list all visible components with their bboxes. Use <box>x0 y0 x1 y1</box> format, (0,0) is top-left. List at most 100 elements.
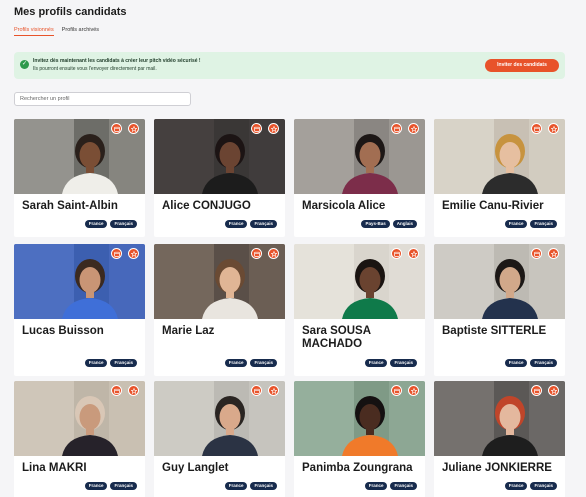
candidate-card[interactable]: Juliane JONKIERRE France Français <box>434 381 565 497</box>
candidate-video-thumbnail[interactable] <box>154 244 285 319</box>
candidate-video-thumbnail[interactable] <box>154 119 285 194</box>
country-badge: France <box>364 482 388 490</box>
page-title: Mes profils candidats <box>14 6 127 18</box>
calendar-icon[interactable] <box>531 385 542 396</box>
candidate-photo <box>14 244 145 319</box>
star-icon[interactable] <box>128 123 139 134</box>
country-badge: France <box>84 482 108 490</box>
calendar-icon[interactable] <box>251 248 262 259</box>
star-icon[interactable] <box>268 123 279 134</box>
calendar-icon[interactable] <box>391 385 402 396</box>
candidate-photo <box>154 244 285 319</box>
candidate-photo <box>434 381 565 456</box>
calendar-icon[interactable] <box>251 123 262 134</box>
check-icon: ✓ <box>20 60 29 69</box>
candidate-card[interactable]: Marie Laz France Français <box>154 244 285 376</box>
tab-profils-archives[interactable]: Profils archivés <box>62 27 99 36</box>
candidate-photo <box>154 119 285 194</box>
invite-candidates-button[interactable]: Inviter des candidats <box>485 59 559 72</box>
language-badge: Français <box>530 359 557 367</box>
candidate-name: Marsicola Alice <box>302 200 386 212</box>
language-badge: Français <box>250 482 277 490</box>
calendar-icon[interactable] <box>111 123 122 134</box>
candidate-name: Lucas Buisson <box>22 325 104 337</box>
candidate-photo <box>434 119 565 194</box>
candidate-photo <box>434 244 565 319</box>
country-badge: Pays-Bas <box>361 220 390 228</box>
calendar-icon[interactable] <box>111 248 122 259</box>
star-icon[interactable] <box>128 385 139 396</box>
candidate-card[interactable]: Panimba Zoungrana France Français <box>294 381 425 497</box>
candidate-video-thumbnail[interactable] <box>14 244 145 319</box>
candidate-name: Marie Laz <box>162 325 215 337</box>
candidate-video-thumbnail[interactable] <box>434 381 565 456</box>
candidate-video-thumbnail[interactable] <box>154 381 285 456</box>
candidate-photo <box>14 119 145 194</box>
calendar-icon[interactable] <box>391 123 402 134</box>
star-icon[interactable] <box>268 385 279 396</box>
language-badge: Anglais <box>392 220 417 228</box>
candidate-video-thumbnail[interactable] <box>294 381 425 456</box>
country-badge: France <box>224 220 248 228</box>
star-icon[interactable] <box>268 248 279 259</box>
candidate-card[interactable]: Emilie Canu-Rivier France Français <box>434 119 565 237</box>
candidate-photo <box>294 119 425 194</box>
candidate-card[interactable]: Lina MAKRI France Français <box>14 381 145 497</box>
search-input[interactable] <box>14 92 191 106</box>
candidate-name: Juliane JONKIERRE <box>442 462 552 474</box>
candidate-card[interactable]: Lucas Buisson France Français <box>14 244 145 376</box>
language-badge: Français <box>530 220 557 228</box>
candidate-tags: France Français <box>364 359 417 367</box>
calendar-icon[interactable] <box>111 385 122 396</box>
calendar-icon[interactable] <box>531 248 542 259</box>
invite-banner: ✓ Invitez dès maintenant les candidats à… <box>14 52 565 79</box>
candidate-photo <box>154 381 285 456</box>
star-icon[interactable] <box>548 248 559 259</box>
candidate-name: Lina MAKRI <box>22 462 87 474</box>
country-badge: France <box>364 359 388 367</box>
star-icon[interactable] <box>548 123 559 134</box>
candidate-name: Baptiste SITTERLE <box>442 325 547 337</box>
country-badge: France <box>224 482 248 490</box>
candidate-tags: Pays-Bas Anglais <box>361 220 417 228</box>
calendar-icon[interactable] <box>531 123 542 134</box>
candidate-tags: France Français <box>504 359 557 367</box>
country-badge: France <box>504 359 528 367</box>
star-icon[interactable] <box>408 248 419 259</box>
language-badge: Français <box>530 482 557 490</box>
candidate-video-thumbnail[interactable] <box>14 381 145 456</box>
star-icon[interactable] <box>128 248 139 259</box>
candidate-video-thumbnail[interactable] <box>294 244 425 319</box>
candidate-video-thumbnail[interactable] <box>14 119 145 194</box>
candidate-tags: France Français <box>224 220 277 228</box>
candidate-name: Panimba Zoungrana <box>302 462 413 474</box>
candidate-video-thumbnail[interactable] <box>294 119 425 194</box>
candidate-card[interactable]: Alice CONJUGO France Français <box>154 119 285 237</box>
candidate-name: Emilie Canu-Rivier <box>442 200 544 212</box>
candidate-card[interactable]: Sarah Saint-Albin France Français <box>14 119 145 237</box>
tab-profils-visionnes[interactable]: Profils visionnés <box>14 27 54 36</box>
candidate-video-thumbnail[interactable] <box>434 119 565 194</box>
candidate-tags: France Français <box>84 359 137 367</box>
star-icon[interactable] <box>548 385 559 396</box>
candidate-tags: France Français <box>364 482 417 490</box>
candidate-card[interactable]: Guy Langlet France Français <box>154 381 285 497</box>
candidate-photo <box>294 244 425 319</box>
candidate-video-thumbnail[interactable] <box>434 244 565 319</box>
language-badge: Français <box>110 359 137 367</box>
country-badge: France <box>224 359 248 367</box>
language-badge: Français <box>110 482 137 490</box>
banner-line-1: Invitez dès maintenant les candidats à c… <box>33 58 201 64</box>
country-badge: France <box>84 220 108 228</box>
candidate-tags: France Français <box>504 482 557 490</box>
calendar-icon[interactable] <box>251 385 262 396</box>
candidate-tags: France Français <box>504 220 557 228</box>
candidate-card[interactable]: Marsicola Alice Pays-Bas Anglais <box>294 119 425 237</box>
star-icon[interactable] <box>408 123 419 134</box>
language-badge: Français <box>390 359 417 367</box>
candidate-card[interactable]: Baptiste SITTERLE France Français <box>434 244 565 376</box>
calendar-icon[interactable] <box>391 248 402 259</box>
candidate-card[interactable]: Sara SOUSA MACHADO France Français <box>294 244 425 376</box>
star-icon[interactable] <box>408 385 419 396</box>
candidate-photo <box>294 381 425 456</box>
